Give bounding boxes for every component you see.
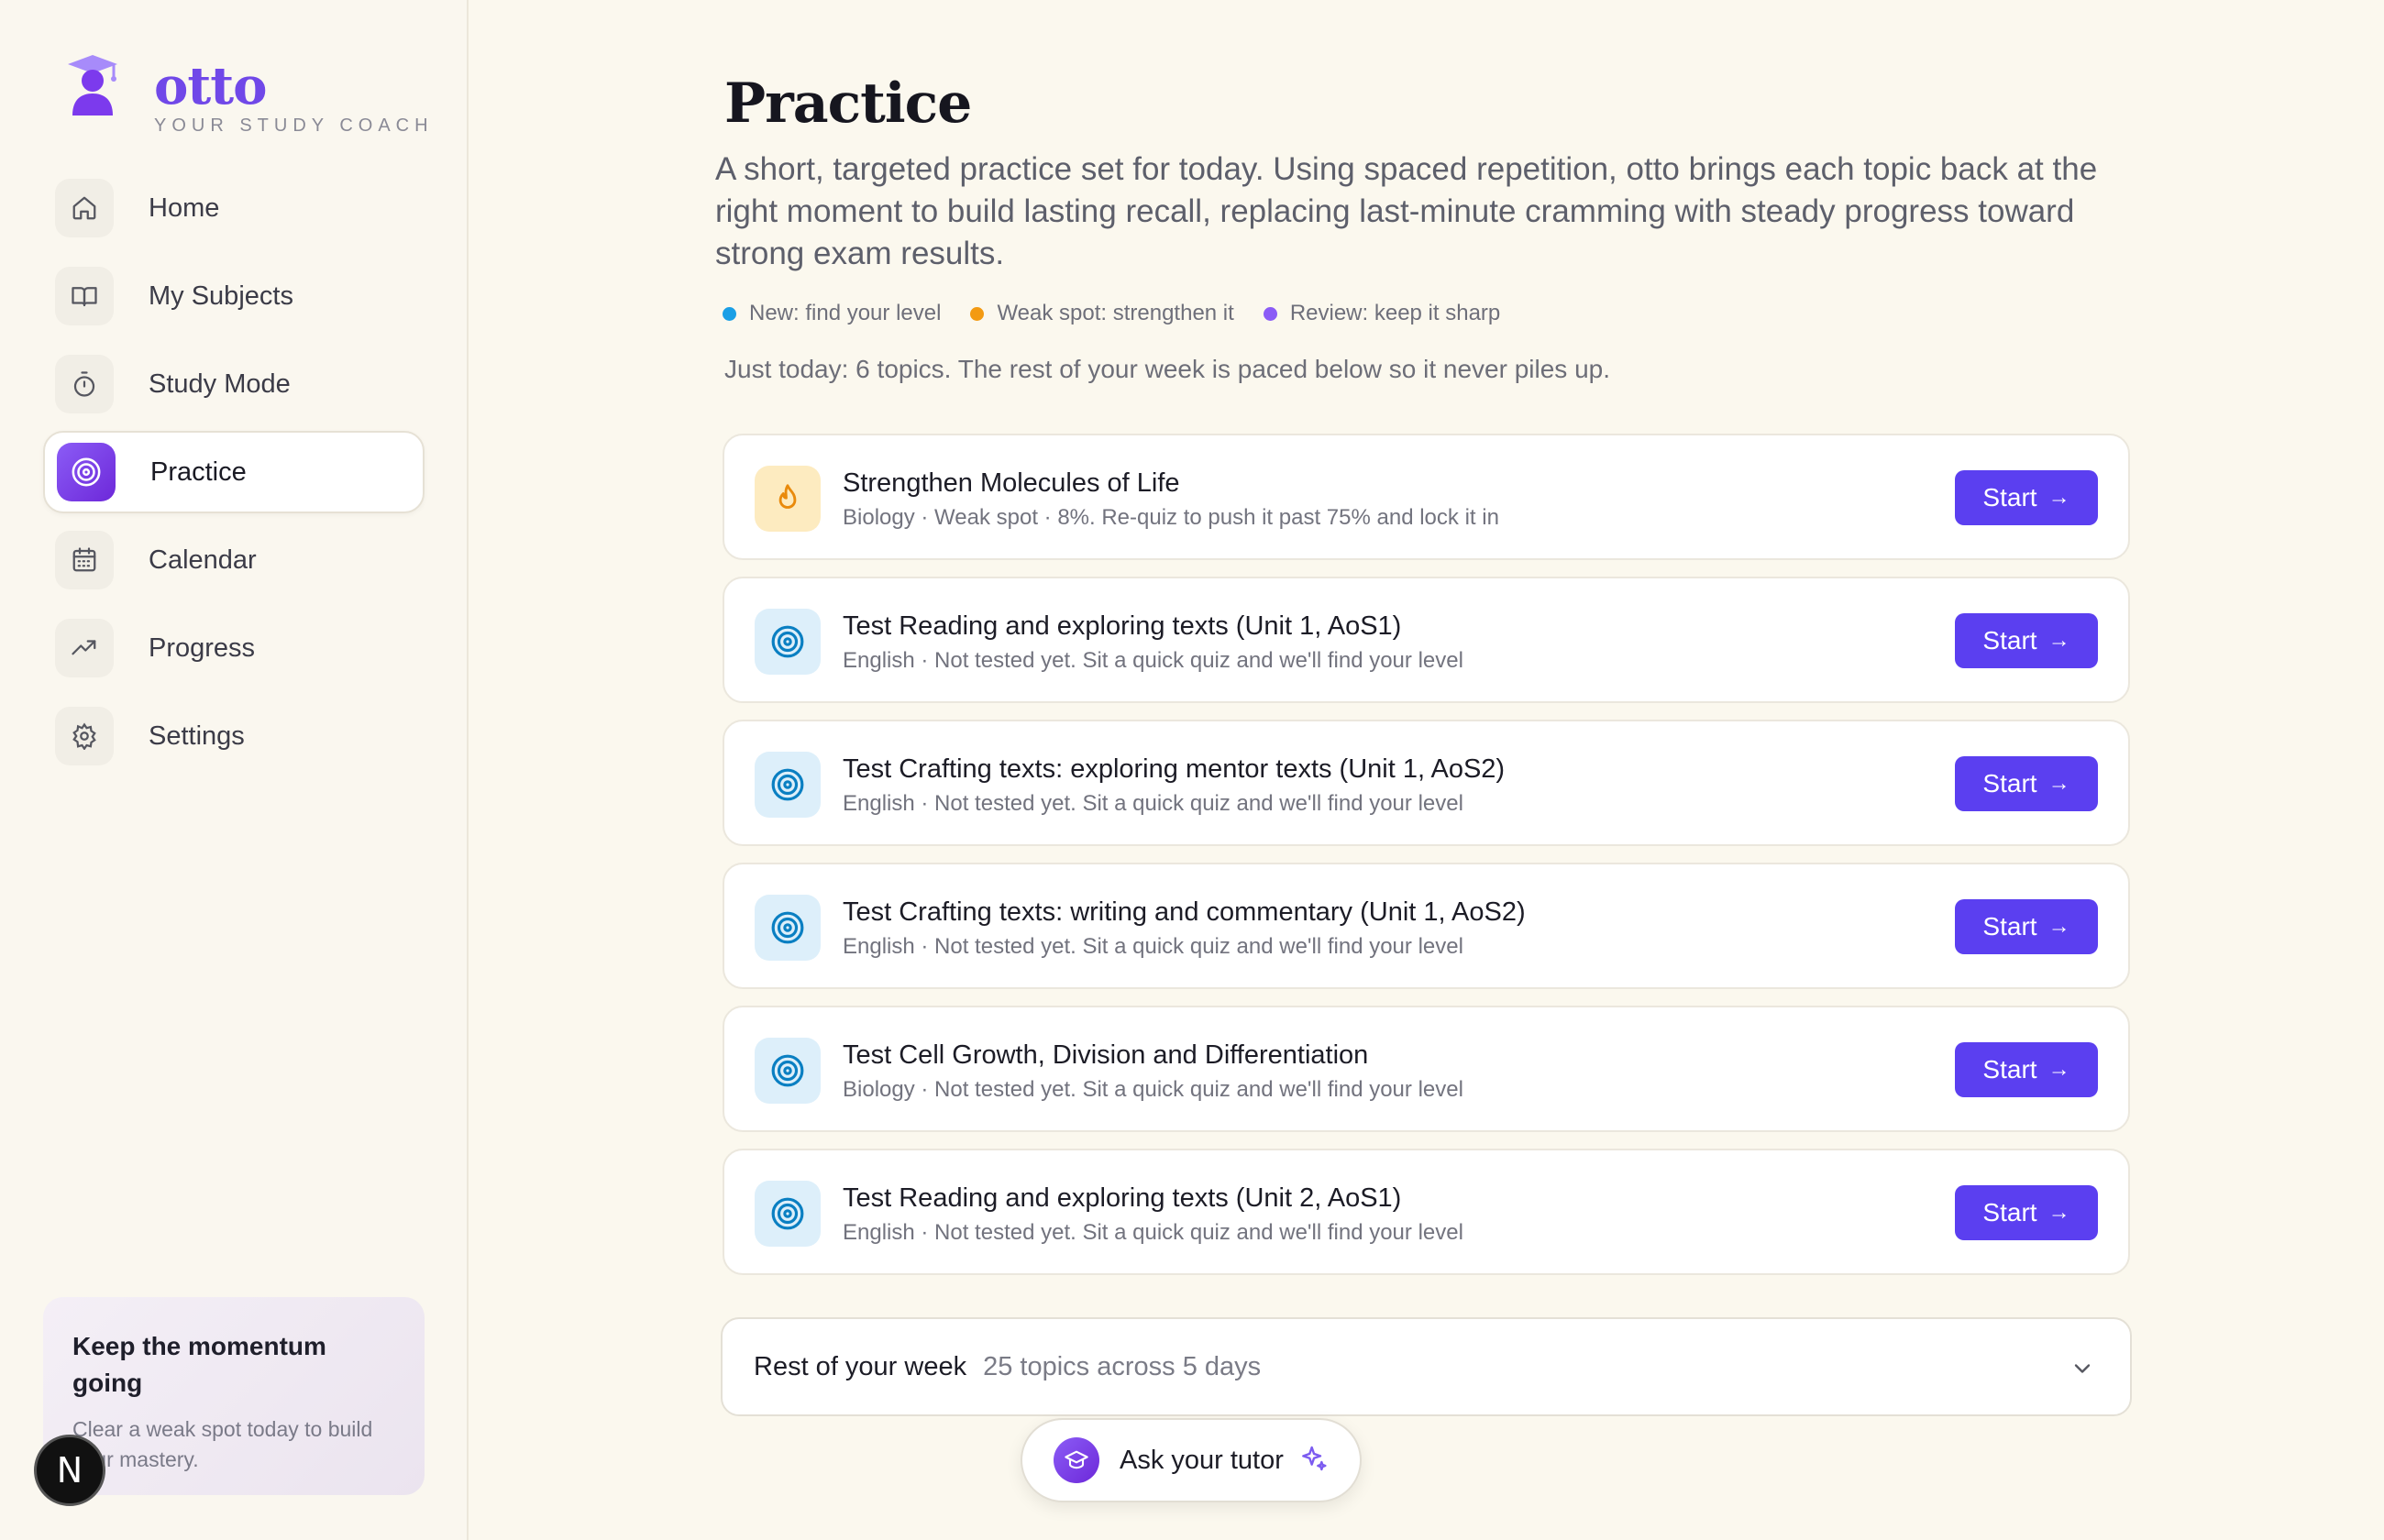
target-icon bbox=[755, 752, 821, 818]
arrow-right-icon: → bbox=[2047, 628, 2070, 653]
sidebar-item-label: Practice bbox=[150, 456, 247, 487]
sidebar: otto YOUR STUDY COACH Home My Subjects S… bbox=[0, 0, 469, 1540]
start-button[interactable]: Start → bbox=[1955, 756, 2098, 811]
legend-dot bbox=[1263, 306, 1277, 321]
start-button[interactable]: Start → bbox=[1955, 470, 2098, 525]
book-icon bbox=[55, 267, 114, 325]
task-meta: English · Not tested yet. Sit a quick qu… bbox=[843, 648, 1463, 673]
sidebar-item-label: My Subjects bbox=[149, 280, 293, 311]
week-title: Rest of your week bbox=[754, 1351, 967, 1381]
start-label: Start bbox=[1982, 483, 2037, 512]
start-label: Start bbox=[1982, 912, 2037, 940]
legend: New: find your level Weak spot: strength… bbox=[723, 301, 1529, 326]
calendar-icon bbox=[55, 531, 114, 589]
sidebar-item-calendar[interactable]: Calendar bbox=[43, 519, 425, 601]
start-button[interactable]: Start → bbox=[1955, 613, 2098, 668]
task-meta: Biology · Weak spot · 8%. Re-quiz to pus… bbox=[843, 505, 1499, 530]
task-card: Test Cell Growth, Division and Different… bbox=[723, 1006, 2130, 1132]
start-label: Start bbox=[1982, 769, 2037, 798]
start-label: Start bbox=[1982, 1198, 2037, 1226]
target-icon bbox=[755, 1038, 821, 1104]
task-list: Strengthen Molecules of Life Biology · W… bbox=[723, 434, 2130, 1292]
sidebar-item-practice[interactable]: Practice bbox=[43, 431, 425, 513]
task-card: Test Reading and exploring texts (Unit 2… bbox=[723, 1149, 2130, 1275]
task-meta: Biology · Not tested yet. Sit a quick qu… bbox=[843, 1077, 1463, 1102]
ask-tutor-label: Ask your tutor bbox=[1120, 1445, 1284, 1475]
sidebar-item-home[interactable]: Home bbox=[43, 167, 425, 249]
task-meta: English · Not tested yet. Sit a quick qu… bbox=[843, 791, 1463, 816]
task-meta: English · Not tested yet. Sit a quick qu… bbox=[843, 934, 1463, 959]
arrow-right-icon: → bbox=[2047, 914, 2070, 939]
task-meta: English · Not tested yet. Sit a quick qu… bbox=[843, 1220, 1463, 1245]
task-card: Test Reading and exploring texts (Unit 1… bbox=[723, 577, 2130, 703]
legend-dot bbox=[970, 306, 985, 321]
sidebar-nav: Home My Subjects Study Mode Practice Cal… bbox=[43, 167, 425, 783]
legend-item-new: New: find your level bbox=[723, 301, 941, 326]
sidebar-item-study-mode[interactable]: Study Mode bbox=[43, 343, 425, 425]
flame-icon bbox=[755, 466, 821, 532]
n-badge-button[interactable]: N bbox=[34, 1435, 105, 1506]
task-title: Strengthen Molecules of Life bbox=[843, 468, 1180, 498]
week-summary: 25 topics across 5 days bbox=[983, 1351, 1262, 1381]
legend-label: Weak spot: strengthen it bbox=[997, 301, 1234, 325]
target-icon bbox=[755, 1181, 821, 1247]
task-card: Test Crafting texts: exploring mentor te… bbox=[723, 720, 2130, 846]
task-title: Test Reading and exploring texts (Unit 2… bbox=[843, 1183, 1402, 1213]
sidebar-item-settings[interactable]: Settings bbox=[43, 695, 425, 777]
start-button[interactable]: Start → bbox=[1955, 899, 2098, 954]
arrow-right-icon: → bbox=[2047, 485, 2070, 510]
gear-icon bbox=[55, 707, 114, 765]
brand-name: otto bbox=[154, 56, 267, 116]
sidebar-item-label: Home bbox=[149, 192, 220, 223]
momentum-title: Keep the momentum going bbox=[72, 1332, 326, 1397]
task-title: Test Cell Growth, Division and Different… bbox=[843, 1040, 1369, 1070]
start-button[interactable]: Start → bbox=[1955, 1042, 2098, 1097]
arrow-right-icon: → bbox=[2047, 1200, 2070, 1225]
arrow-right-icon: → bbox=[2047, 771, 2070, 796]
sidebar-item-label: Settings bbox=[149, 720, 245, 751]
sidebar-item-label: Progress bbox=[149, 632, 256, 663]
sidebar-item-progress[interactable]: Progress bbox=[43, 607, 425, 689]
trend-icon bbox=[55, 619, 114, 677]
legend-item-review: Review: keep it sharp bbox=[1263, 301, 1501, 326]
ask-tutor-button[interactable]: Ask your tutor bbox=[1021, 1418, 1362, 1502]
task-title: Test Reading and exploring texts (Unit 1… bbox=[843, 611, 1402, 641]
page-title: Practice bbox=[724, 72, 972, 136]
rest-of-week-toggle[interactable]: Rest of your week 25 topics across 5 day… bbox=[721, 1317, 2132, 1416]
page-subtitle: A short, targeted practice set for today… bbox=[715, 151, 2098, 271]
brand-logo[interactable]: otto YOUR STUDY COACH bbox=[64, 51, 434, 137]
start-label: Start bbox=[1982, 626, 2037, 654]
sparkle-icon bbox=[1298, 1444, 1328, 1478]
target-icon bbox=[755, 895, 821, 961]
target-icon bbox=[57, 443, 116, 501]
graduate-icon bbox=[64, 51, 121, 117]
sidebar-item-label: Calendar bbox=[149, 544, 257, 575]
start-button[interactable]: Start → bbox=[1955, 1185, 2098, 1240]
legend-item-weak: Weak spot: strengthen it bbox=[970, 301, 1234, 326]
sidebar-item-my-subjects[interactable]: My Subjects bbox=[43, 255, 425, 337]
sidebar-item-label: Study Mode bbox=[149, 368, 291, 399]
task-title: Test Crafting texts: exploring mentor te… bbox=[843, 754, 1506, 784]
timer-icon bbox=[55, 355, 114, 413]
task-title: Test Crafting texts: writing and comment… bbox=[843, 897, 1526, 927]
legend-dot bbox=[723, 306, 736, 321]
legend-label: New: find your level bbox=[749, 301, 942, 325]
brand-tagline: YOUR STUDY COACH bbox=[154, 116, 434, 136]
home-icon bbox=[55, 179, 114, 237]
today-note: Just today: 6 topics. The rest of your w… bbox=[724, 355, 1610, 383]
start-label: Start bbox=[1982, 1055, 2037, 1084]
chevron-down-icon bbox=[2069, 1356, 2095, 1386]
momentum-body: Clear a weak spot today to build your ma… bbox=[72, 1417, 373, 1471]
task-card: Test Crafting texts: writing and comment… bbox=[723, 863, 2130, 989]
task-card: Strengthen Molecules of Life Biology · W… bbox=[723, 434, 2130, 560]
target-icon bbox=[755, 609, 821, 675]
graduation-cap-icon bbox=[1054, 1437, 1099, 1483]
arrow-right-icon: → bbox=[2047, 1057, 2070, 1082]
legend-label: Review: keep it sharp bbox=[1289, 301, 1501, 325]
